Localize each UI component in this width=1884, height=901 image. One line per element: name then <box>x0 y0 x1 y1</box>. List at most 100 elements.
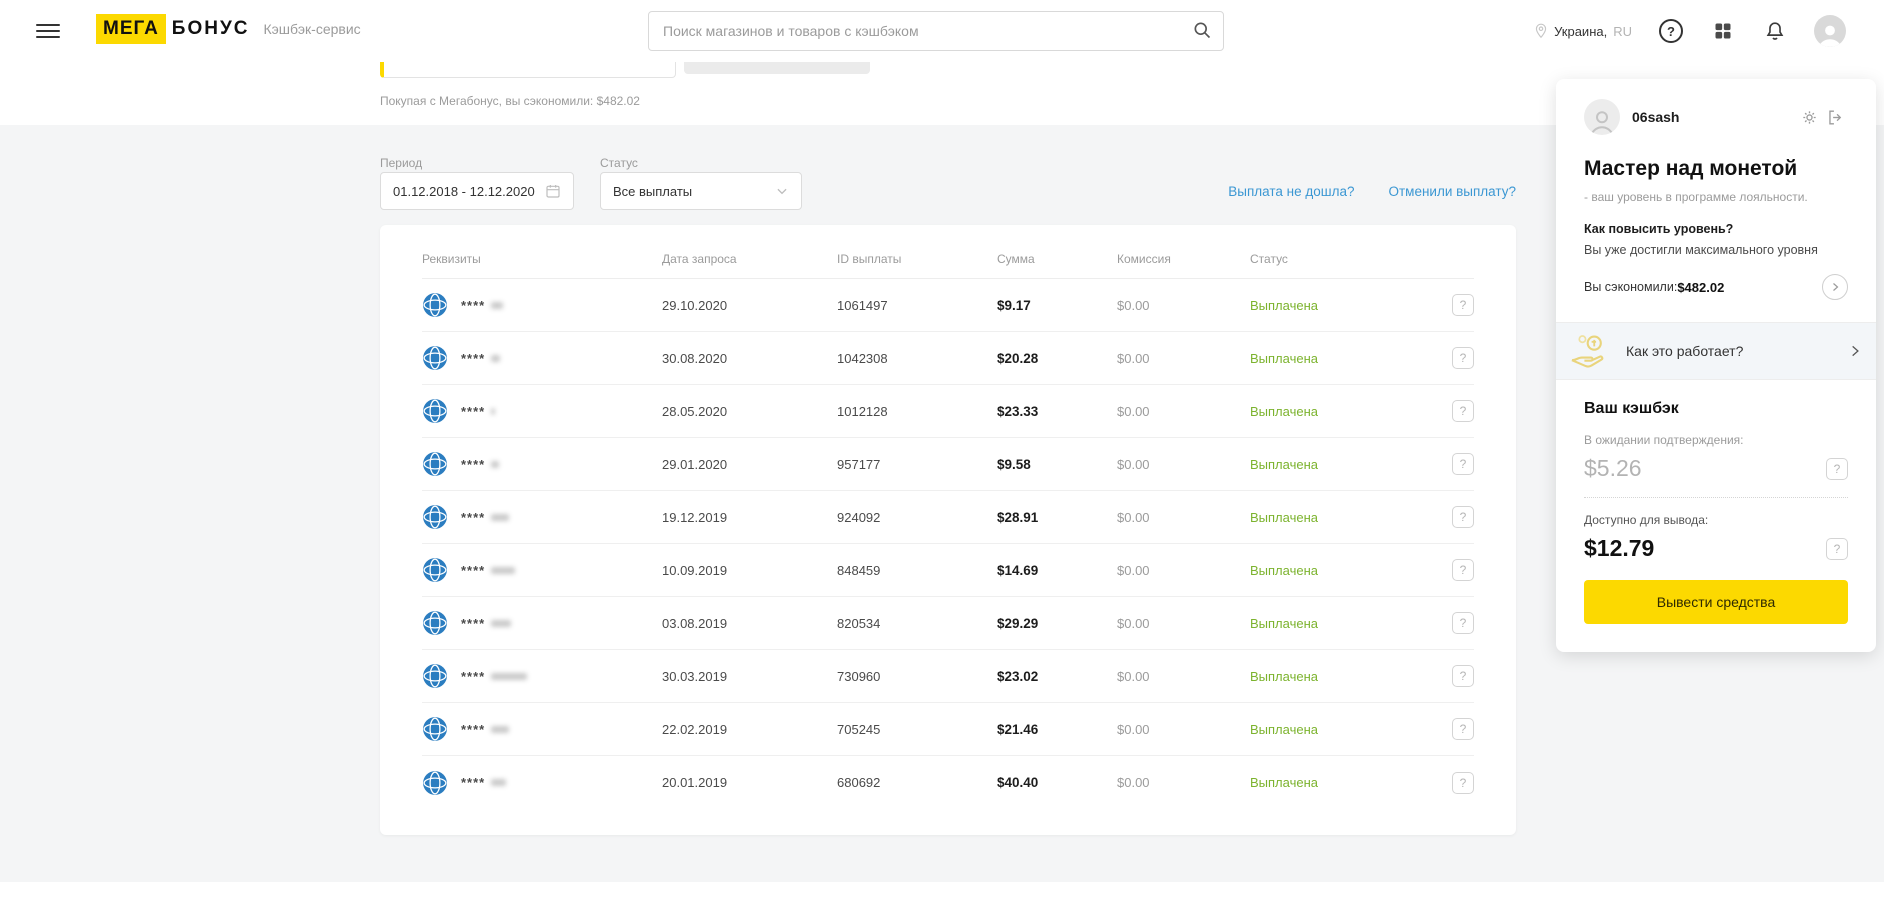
logo[interactable]: МЕГА БОНУС Кэшбэк-сервис <box>96 14 361 44</box>
request-date: 29.10.2020 <box>662 297 728 313</box>
table-row: **** 30.08.2020 1042308 $20.28 $0.00 Вып… <box>422 332 1474 385</box>
available-amount: $12.79 <box>1584 535 1655 561</box>
dotted-divider <box>1584 497 1848 498</box>
pending-help-icon[interactable]: ? <box>1826 457 1848 480</box>
payout-id: 730960 <box>837 668 881 684</box>
payout-status: Выплачена <box>1250 509 1318 525</box>
row-help-icon[interactable]: ? <box>1452 453 1474 475</box>
requisites-cell: **** <box>422 610 662 636</box>
payout-id: 705245 <box>837 721 881 737</box>
payout-status: Выплачена <box>1250 615 1318 631</box>
logout-button[interactable] <box>1822 104 1848 130</box>
request-date: 22.02.2019 <box>662 721 728 737</box>
payout-commission: $0.00 <box>1117 615 1150 631</box>
payout-amount: $21.46 <box>997 721 1039 737</box>
row-help-icon[interactable]: ? <box>1452 400 1474 422</box>
period-input[interactable]: 01.12.2018 - 12.12.2020 <box>380 172 574 210</box>
row-help-icon[interactable]: ? <box>1452 506 1474 528</box>
payout-commission: $0.00 <box>1117 403 1150 419</box>
requisites-blur <box>491 779 507 786</box>
status-select[interactable]: Все выплаты <box>600 172 802 210</box>
requisites-blur <box>491 619 512 627</box>
available-help-icon[interactable]: ? <box>1826 537 1848 560</box>
status-label: Статус <box>600 156 638 170</box>
webmoney-icon <box>422 345 448 371</box>
payout-status: Выплачена <box>1250 775 1318 790</box>
pin-icon <box>1534 23 1548 39</box>
webmoney-icon <box>422 663 448 689</box>
search-icon[interactable] <box>1192 20 1212 40</box>
requisites-cell: **** <box>422 292 662 318</box>
requisites-blur <box>491 513 510 521</box>
row-help-icon[interactable]: ? <box>1452 559 1474 581</box>
row-help-icon[interactable]: ? <box>1452 294 1474 316</box>
row-help-icon[interactable]: ? <box>1452 612 1474 634</box>
table-row: **** 19.12.2019 924092 $28.91 $0.00 Выпл… <box>422 491 1474 544</box>
row-help-icon[interactable]: ? <box>1452 347 1474 369</box>
request-date: 29.01.2020 <box>662 456 728 472</box>
raise-level-answer: Вы уже достигли максимального уровня <box>1584 243 1818 257</box>
apps-grid-button[interactable] <box>1710 18 1736 44</box>
location-lang: RU <box>1613 23 1632 39</box>
sidebar-avatar[interactable] <box>1584 99 1620 135</box>
payout-amount: $20.28 <box>997 350 1039 366</box>
requisites-masked: **** <box>461 721 486 737</box>
payout-amount: $40.40 <box>997 775 1039 790</box>
withdraw-button[interactable]: Вывести средства <box>1584 580 1848 624</box>
user-avatar[interactable] <box>1814 15 1846 47</box>
payout-amount: $28.91 <box>997 509 1039 525</box>
payout-not-received-link[interactable]: Выплата не дошла? <box>1228 184 1354 199</box>
table-row: **** 20.01.2019 680692 $40.40 $0.00 Выпл… <box>422 756 1474 809</box>
chevron-right-icon <box>1833 283 1839 291</box>
period-label: Период <box>380 156 423 170</box>
loyalty-level-title: Мастер над монетой <box>1584 157 1798 180</box>
payout-commission: $0.00 <box>1117 562 1150 578</box>
payout-id: 848459 <box>837 562 881 578</box>
available-label: Доступно для вывода: <box>1584 513 1709 527</box>
payout-status: Выплачена <box>1250 297 1318 313</box>
help-button[interactable]: ? <box>1658 18 1684 44</box>
col-requisites: Реквизиты <box>422 251 481 266</box>
col-status: Статус <box>1250 251 1288 266</box>
payout-id: 1042308 <box>837 350 888 366</box>
payout-status: Выплачена <box>1250 350 1318 366</box>
requisites-masked: **** <box>461 775 486 790</box>
requisites-cell: **** <box>422 770 662 796</box>
requisites-masked: **** <box>461 350 486 366</box>
location-selector[interactable]: Украина, RU <box>1534 23 1632 39</box>
menu-icon[interactable] <box>36 20 60 40</box>
payout-table-body: **** 29.10.2020 1061497 $9.17 $0.00 Выпл… <box>422 279 1474 809</box>
requisites-blur <box>491 301 504 309</box>
payout-status: Выплачена <box>1250 403 1318 419</box>
search-input[interactable] <box>648 11 1224 51</box>
notifications-button[interactable] <box>1762 18 1788 44</box>
webmoney-icon <box>422 716 448 742</box>
requisites-cell: **** <box>422 716 662 742</box>
table-row: **** 29.10.2020 1061497 $9.17 $0.00 Выпл… <box>422 279 1474 332</box>
saved-label: Вы сэкономили: <box>1584 280 1678 294</box>
payout-id: 957177 <box>837 456 881 472</box>
row-help-icon[interactable]: ? <box>1452 665 1474 687</box>
row-help-icon[interactable]: ? <box>1452 771 1474 794</box>
tab-stub-inactive[interactable] <box>684 62 870 74</box>
payout-commission: $0.00 <box>1117 456 1150 472</box>
requisites-masked: **** <box>461 509 486 525</box>
payout-cancelled-link[interactable]: Отменили выплату? <box>1388 184 1516 199</box>
requisites-blur <box>491 725 510 733</box>
saved-details-button[interactable] <box>1822 274 1848 300</box>
request-date: 30.08.2020 <box>662 350 728 366</box>
payout-status: Выплачена <box>1250 456 1318 472</box>
tab-stub-active[interactable] <box>380 62 676 78</box>
webmoney-icon <box>422 292 448 318</box>
table-header: Реквизиты Дата запроса ID выплаты Сумма … <box>422 239 1474 279</box>
settings-button[interactable] <box>1796 104 1822 130</box>
col-date: Дата запроса <box>662 251 737 266</box>
gear-icon <box>1802 110 1816 124</box>
period-value: 01.12.2018 - 12.12.2020 <box>393 183 535 199</box>
request-date: 30.03.2019 <box>662 668 728 684</box>
how-it-works-label: Как это работает? <box>1626 343 1744 359</box>
available-row: $12.79 ? <box>1584 535 1848 562</box>
row-help-icon[interactable]: ? <box>1452 718 1474 740</box>
payout-id: 1012128 <box>837 403 888 419</box>
how-it-works-row[interactable]: Как это работает? <box>1556 323 1876 379</box>
